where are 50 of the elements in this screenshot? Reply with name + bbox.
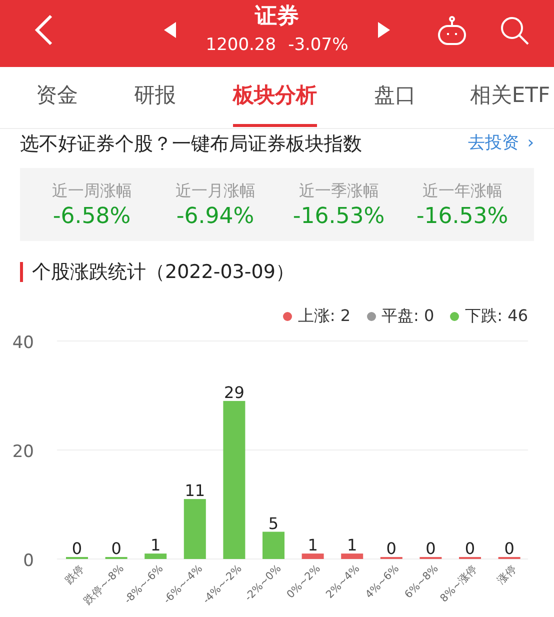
tab[interactable]: 板块分析 — [233, 67, 317, 127]
bar — [341, 554, 364, 559]
bar — [262, 532, 284, 559]
bar-value: 0 — [72, 539, 82, 558]
legend-label: 平盘: 0 — [382, 305, 434, 327]
invest-link[interactable]: 去投资 › — [468, 131, 534, 157]
bar-value: 0 — [504, 539, 514, 558]
bar-value: 0 — [464, 539, 476, 558]
tab[interactable]: 相关ETF — [470, 67, 550, 127]
bar — [144, 554, 167, 559]
tab[interactable]: 资金 — [36, 67, 78, 127]
bar-value: 1 — [347, 536, 358, 555]
legend-label: 上涨: 2 — [298, 305, 350, 327]
bar-value: 29 — [224, 382, 244, 402]
y-axis-label: 40 — [12, 333, 34, 353]
bar-value: 1 — [150, 536, 161, 555]
robot-icon[interactable] — [436, 16, 468, 46]
x-axis-label: 涨停 — [495, 562, 520, 587]
y-axis-label: 20 — [12, 442, 34, 462]
period-return: -16.53% — [416, 202, 508, 230]
index-price: 1200.28 — [206, 34, 276, 57]
period-label: 近一月涨幅 — [175, 180, 256, 202]
bar-value: 0 — [426, 539, 436, 558]
bar — [184, 499, 206, 559]
bar-value: 11 — [184, 481, 206, 500]
bar-value: 0 — [111, 539, 122, 558]
period-return: -6.58% — [52, 202, 131, 230]
promo-text: 选不好证券个股？一键布局证券板块指数 — [20, 132, 362, 157]
x-axis-label: 跌停 — [63, 562, 88, 587]
period-label: 近一季涨幅 — [298, 180, 379, 202]
previous-icon[interactable] — [164, 22, 176, 38]
period-label: 近一周涨幅 — [52, 180, 132, 202]
bar-value: 5 — [268, 514, 279, 533]
section-marker — [20, 262, 23, 282]
page-title: 证券 — [255, 3, 299, 31]
bar-value: 0 — [386, 539, 396, 558]
period-return: -16.53% — [292, 202, 385, 230]
bar — [302, 554, 324, 559]
search-icon[interactable] — [500, 16, 530, 46]
period-label: 近一年涨幅 — [422, 180, 502, 202]
back-icon[interactable] — [34, 14, 54, 46]
tab[interactable]: 研报 — [134, 67, 176, 127]
bar-value: 1 — [308, 536, 318, 555]
legend-label: 下跌: 46 — [465, 305, 528, 327]
y-axis-label: 0 — [23, 551, 34, 571]
section-title: 个股涨跌统计（2022-03-09） — [32, 260, 294, 285]
tab[interactable]: 盘口 — [374, 67, 416, 127]
period-return: -6.94% — [176, 202, 254, 230]
next-icon[interactable] — [378, 22, 390, 38]
index-change: -3.07% — [288, 34, 348, 57]
